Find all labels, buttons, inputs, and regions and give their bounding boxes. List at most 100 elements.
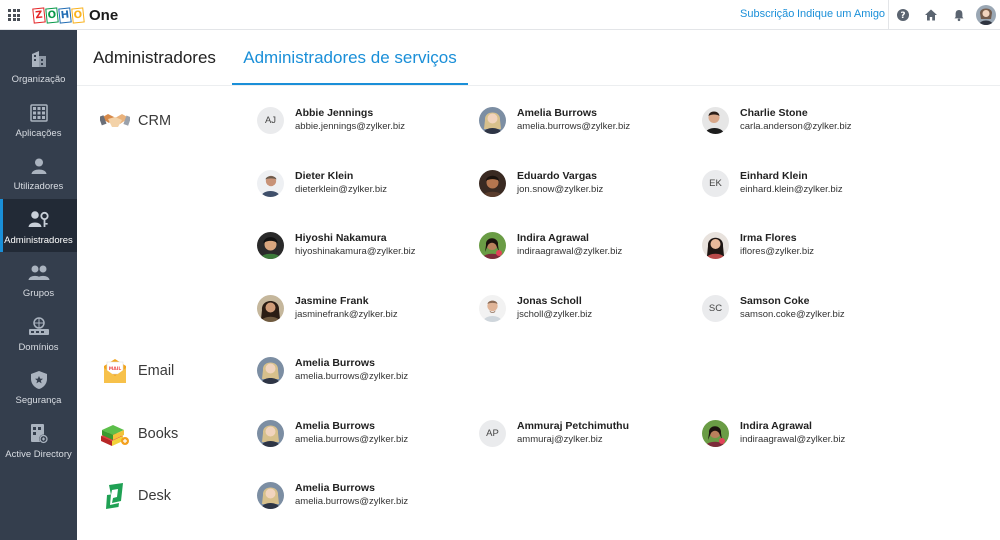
admin-card[interactable]: Dieter Klein dieterklein@zylker.biz [257,169,387,197]
admin-email: dieterklein@zylker.biz [295,184,388,195]
mail-envelope-icon: MAIL [100,356,130,386]
avatar [257,169,284,197]
tab-administradores-de-servicos[interactable]: Administradores de serviços [232,30,468,86]
active-directory-icon [28,423,50,445]
refer-friend-link[interactable]: Indique um Amigo [797,8,885,20]
sidebar-item-grupos[interactable]: Grupos [0,252,77,305]
user-avatar[interactable] [976,5,996,25]
admin-card[interactable]: Indira Agrawal indiraagrawal@zylker.biz [479,231,622,259]
admin-card[interactable]: AJ Abbie Jennings abbie.jennings@zylker.b… [257,106,405,134]
sidebar-item-label: Segurança [15,395,62,406]
initials-avatar: AJ [257,106,284,134]
initials-avatar: AP [479,419,506,447]
avatar [702,231,729,259]
sidebar: Organização Aplicações Utilizadores Admi… [0,30,77,540]
initials-avatar: EK [702,169,729,197]
building-icon [28,48,50,70]
top-bar: Z O H O One Subscrição Indique um Amigo … [0,0,1000,30]
domain-icon [28,316,50,338]
admin-card[interactable]: Amelia Burrows amelia.burrows@zylker.biz [257,419,408,447]
svg-text:MAIL: MAIL [109,366,122,372]
admin-email: amelia.burrows@zylker.biz [517,121,631,132]
sidebar-item-administradores[interactable]: Administradores [0,199,77,252]
header-divider [888,0,889,30]
avatar [257,231,284,259]
product-name: One [89,7,119,24]
admin-card[interactable]: Amelia Burrows amelia.burrows@zylker.biz [257,481,408,509]
service-name: Desk [138,488,172,504]
admin-email: abbie.jennings@zylker.biz [295,121,405,132]
sidebar-item-label: Organização [11,74,66,85]
sidebar-item-seguranca[interactable]: Segurança [0,359,77,412]
apps-grid-icon [28,102,50,124]
home-icon[interactable] [924,8,938,22]
initials-avatar: SC [702,294,729,322]
sidebar-item-utilizadores[interactable]: Utilizadores [0,145,77,198]
admin-name: Einhard Klein [740,170,808,182]
active-tab-indicator [232,83,468,85]
avatar [479,294,506,322]
admin-name: Indira Agrawal [740,420,812,432]
admin-card[interactable]: Charlie Stone carla.anderson@zylker.biz [702,106,852,134]
admin-email: ammuraj@zylker.biz [517,434,603,445]
service-desk: Desk [100,481,171,511]
avatar [257,419,284,447]
admin-name: Abbie Jennings [295,107,374,119]
shield-icon [28,369,50,391]
app-launcher-icon[interactable] [8,9,20,21]
admin-card[interactable]: Jonas Scholl jscholl@zylker.biz [479,294,592,322]
admin-name: Amelia Burrows [517,107,597,119]
service-name: Books [138,426,179,442]
logo-letter: O [71,7,85,24]
admin-name: Eduardo Vargas [517,170,597,182]
avatar [479,106,506,134]
admin-card[interactable]: EK Einhard Klein einhard.klein@zylker.biz [702,169,843,197]
admin-card[interactable]: Eduardo Vargas jon.snow@zylker.biz [479,169,603,197]
tab-administradores[interactable]: Administradores [77,30,232,86]
admin-email: jscholl@zylker.biz [517,309,593,320]
admin-card[interactable]: AP Ammuraj Petchimuthu ammuraj@zylker.biz [479,419,629,447]
logo-letter: O [45,7,59,24]
admin-email: jon.snow@zylker.biz [517,184,604,195]
admin-card[interactable]: SC Samson Coke samson.coke@zylker.biz [702,294,845,322]
sidebar-item-organizacao[interactable]: Organização [0,38,77,91]
service-name: CRM [138,113,172,129]
sidebar-item-aplicacoes[interactable]: Aplicações [0,92,77,145]
service-books: Books [100,419,178,449]
admin-name: Ammuraj Petchimuthu [517,420,630,432]
tab-divider [77,85,1000,86]
admin-name: Jonas Scholl [517,295,582,307]
avatar [257,294,284,322]
admin-email: indiraagrawal@zylker.biz [740,434,846,445]
admin-email: einhard.klein@zylker.biz [740,184,843,195]
bell-icon[interactable] [952,8,966,22]
admin-email: hiyoshinakamura@zylker.biz [295,246,416,257]
admin-card[interactable]: Irma Flores iflores@zylker.biz [702,231,814,259]
sidebar-item-dominios[interactable]: Domínios [0,306,77,359]
help-icon[interactable]: ? [896,8,910,22]
admin-email: amelia.burrows@zylker.biz [295,496,409,507]
admin-key-icon [28,209,50,231]
desk-icon [100,481,130,511]
admin-card[interactable]: Hiyoshi Nakamura hiyoshinakamura@zylker.b… [257,231,416,259]
admin-name: Amelia Burrows [295,482,375,494]
sidebar-item-active-directory[interactable]: Active Directory [0,413,77,466]
admin-card[interactable]: Amelia Burrows amelia.burrows@zylker.biz [479,106,630,134]
admin-name: Amelia Burrows [295,357,375,369]
admin-card[interactable]: Amelia Burrows amelia.burrows@zylker.biz [257,356,408,384]
admin-card[interactable]: Jasmine Frank jasminefrank@zylker.biz [257,294,398,322]
zoho-one-logo[interactable]: Z O H O One [32,7,119,24]
subscription-link[interactable]: Subscrição [740,8,794,20]
avatar [479,231,506,259]
group-icon [28,262,50,284]
sidebar-item-label: Aplicações [15,128,62,139]
admin-email: amelia.burrows@zylker.biz [295,371,409,382]
service-crm: CRM [100,106,171,136]
logo-letter: Z [32,7,46,24]
admin-card[interactable]: Indira Agrawal indiraagrawal@zylker.biz [702,419,845,447]
admin-email: samson.coke@zylker.biz [740,309,845,320]
avatar [479,169,506,197]
admin-name: Hiyoshi Nakamura [295,232,387,244]
sidebar-item-label: Active Directory [5,449,72,460]
logo-letter: H [58,7,72,24]
